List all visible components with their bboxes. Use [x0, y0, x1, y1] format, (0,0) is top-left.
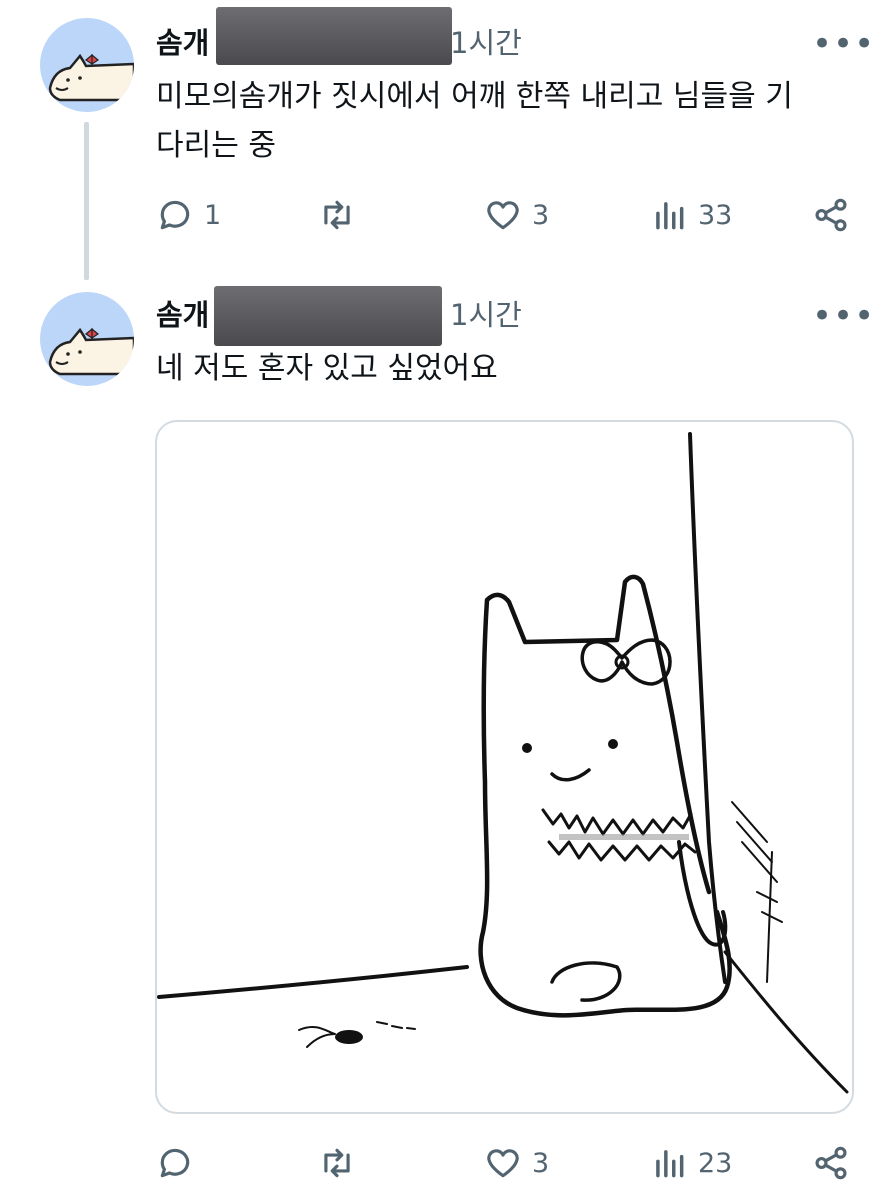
like-icon — [487, 201, 519, 230]
views-count: 33 — [698, 199, 733, 231]
reply-count: 1 — [204, 199, 222, 231]
tweet-2[interactable]: 솜개 1시간 ••• 네 저도 혼자 있고 싶었어요 3 23 — [0, 280, 893, 1200]
retweet-icon — [324, 1148, 350, 1178]
views-button[interactable]: 33 — [650, 196, 732, 234]
share-button[interactable] — [812, 1144, 850, 1182]
tweet-text-line: 미모의솜개가 짓시에서 어깨 한쪽 내리고 님들을 기 — [156, 79, 793, 114]
views-icon — [656, 1150, 684, 1178]
timestamp[interactable]: 1시간 — [450, 298, 522, 332]
display-name[interactable]: 솜개 — [156, 298, 209, 332]
like-button[interactable]: 3 — [484, 196, 549, 234]
timestamp[interactable]: 1시간 — [450, 26, 522, 60]
display-name[interactable]: 솜개 — [156, 26, 209, 60]
redacted-handle — [214, 286, 442, 346]
views-count: 23 — [698, 1147, 733, 1179]
reply-button[interactable]: 1 — [156, 196, 221, 234]
share-button[interactable] — [812, 196, 850, 234]
retweet-button[interactable] — [318, 1144, 356, 1182]
thread-line — [84, 122, 89, 280]
share-icon — [815, 198, 847, 232]
tweet-text: 미모의솜개가 짓시에서 어깨 한쪽 내리고 님들을 기 다리는 중 — [156, 72, 856, 170]
more-options-icon[interactable]: ••• — [812, 27, 875, 61]
dog-avatar-icon — [48, 327, 134, 376]
retweet-button[interactable] — [318, 196, 356, 234]
dog-in-corner-illustration — [157, 432, 849, 1094]
like-icon — [487, 1149, 519, 1178]
reply-icon — [160, 200, 190, 230]
reply-button[interactable] — [156, 1144, 194, 1182]
share-icon — [815, 1146, 847, 1180]
tweet-1[interactable]: 솜개 1시간 ••• 미모의솜개가 짓시에서 어깨 한쪽 내리고 님들을 기 다… — [0, 0, 893, 280]
more-options-icon[interactable]: ••• — [812, 299, 875, 333]
reply-icon — [160, 1148, 190, 1178]
avatar[interactable] — [40, 292, 134, 386]
like-count: 3 — [532, 199, 550, 231]
views-icon — [656, 202, 684, 230]
like-count: 3 — [532, 1147, 550, 1179]
avatar[interactable] — [40, 18, 134, 112]
views-button[interactable]: 23 — [650, 1144, 732, 1182]
tweet-text: 네 저도 혼자 있고 싶었어요 — [156, 351, 498, 386]
like-button[interactable]: 3 — [484, 1144, 549, 1182]
retweet-icon — [324, 200, 350, 230]
tweet-image[interactable] — [155, 420, 854, 1114]
redacted-handle — [216, 7, 452, 65]
tweet-text-line: 다리는 중 — [156, 128, 276, 163]
dog-avatar-icon — [48, 53, 134, 102]
